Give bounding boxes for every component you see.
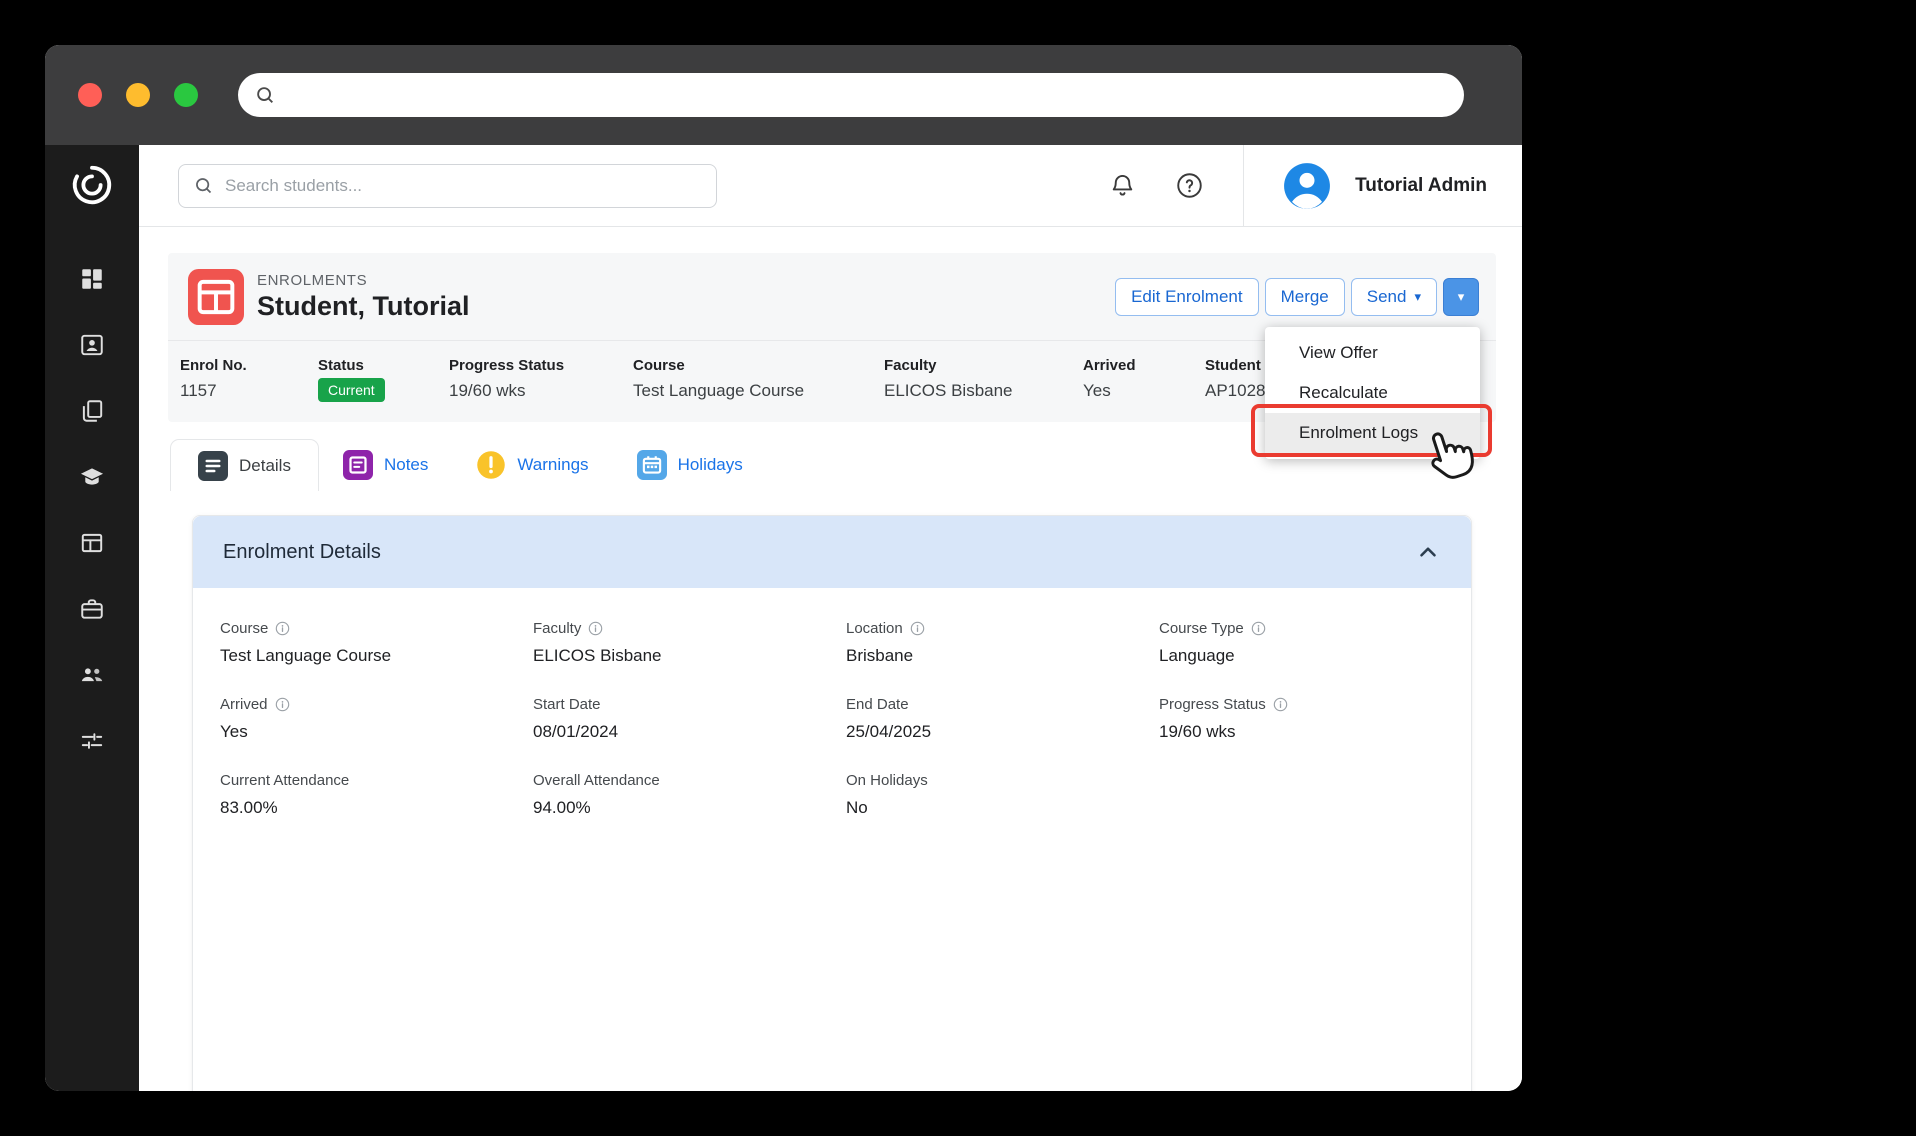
enrolment-actions: Edit Enrolment Merge Send ▾ ▾ (1115, 277, 1479, 316)
sidebar (45, 145, 139, 1091)
field-arrived: Arrived Yes (220, 696, 533, 742)
more-actions-button[interactable]: ▾ (1443, 277, 1479, 316)
window-titlebar (45, 45, 1522, 145)
send-label: Send (1366, 286, 1407, 306)
app-logo[interactable] (66, 159, 118, 211)
search-icon (196, 178, 212, 194)
minimize-window-button[interactable] (126, 83, 150, 107)
zoom-window-button[interactable] (174, 83, 198, 107)
help-icon (1177, 173, 1202, 198)
tab-warnings[interactable]: Warnings (452, 439, 612, 491)
menu-item-recalculate[interactable]: Recalculate (1265, 373, 1480, 413)
details-icon (198, 450, 228, 481)
field-overall-attendance: Overall Attendance 94.00% (533, 772, 660, 817)
tab-details[interactable]: Details (170, 439, 319, 491)
sidebar-item-enrolments[interactable] (79, 530, 105, 556)
field-location: Location Brisbane (846, 620, 1159, 666)
info-icon[interactable] (1251, 621, 1266, 636)
documents-icon (82, 400, 103, 422)
enrolment-fields-grid: Course Test Language Course Faculty ELIC… (193, 588, 1471, 848)
tab-holidays[interactable]: Holidays (613, 439, 767, 491)
field-on-holidays: On Holidays No (846, 772, 928, 817)
field-course: Course Test Language Course (220, 620, 392, 665)
sidebar-item-settings[interactable] (79, 728, 105, 754)
field-faculty: Faculty ELICOS Bisbane (533, 620, 662, 665)
app-topbar: Tutorial Admin (139, 145, 1522, 227)
menu-item-view-offer[interactable]: View Offer (1265, 333, 1480, 373)
summary-faculty: Faculty ELICOS Bisbane (884, 357, 1013, 400)
sliders-icon (81, 733, 103, 749)
info-icon[interactable] (275, 621, 290, 636)
info-icon[interactable] (588, 621, 603, 636)
info-icon[interactable] (1273, 697, 1288, 712)
briefcase-icon (81, 599, 103, 619)
search-students-input[interactable] (179, 164, 716, 207)
graduation-cap-icon (80, 468, 104, 485)
field-course-type: Course Type Language (1159, 620, 1471, 666)
sidebar-item-dashboard[interactable] (79, 266, 105, 292)
chevron-down-icon: ▾ (1457, 288, 1465, 304)
section-label: ENROLMENTS (257, 271, 368, 289)
app-window: Tutorial Admin ENROLMENTS Student, Tutor… (45, 45, 1522, 1091)
notes-icon (342, 450, 373, 480)
sidebar-nav (79, 266, 105, 754)
close-window-button[interactable] (78, 83, 102, 107)
summary-enrol-no: Enrol No. 1157 (180, 357, 247, 400)
info-icon[interactable] (910, 621, 925, 636)
status-badge: Current (318, 378, 385, 402)
address-bar-input[interactable] (276, 73, 1464, 117)
enrolments-icon (188, 268, 244, 325)
summary-status: Status Current (318, 357, 449, 402)
send-button[interactable]: Send ▾ (1350, 277, 1437, 316)
app-logo-icon (72, 165, 112, 205)
table-icon (81, 533, 103, 553)
help-button[interactable] (1176, 172, 1203, 199)
collapse-section-button[interactable] (1415, 539, 1441, 565)
warning-icon (477, 451, 506, 479)
edit-enrolment-button[interactable]: Edit Enrolment (1115, 277, 1259, 316)
enrolment-details-card: Enrolment Details Course Test Language C… (192, 515, 1472, 1091)
sidebar-item-documents[interactable] (79, 398, 105, 424)
user-name: Tutorial Admin (1355, 174, 1487, 196)
sidebar-item-staff[interactable] (79, 596, 105, 622)
summary-course: Course Test Language Course (633, 357, 805, 400)
summary-arrived: Arrived Yes (1083, 357, 1136, 400)
chevron-up-icon (1420, 547, 1436, 557)
merge-label: Merge (1280, 286, 1329, 306)
tab-notes[interactable]: Notes (319, 439, 452, 491)
contacts-icon (81, 334, 103, 356)
field-progress-status: Progress Status 19/60 wks (1159, 696, 1471, 742)
chevron-down-icon: ▾ (1414, 288, 1421, 304)
window-controls (78, 83, 198, 107)
student-search (178, 163, 717, 208)
edit-enrolment-label: Edit Enrolment (1131, 286, 1243, 306)
info-icon[interactable] (275, 697, 290, 712)
summary-progress-status: Progress Status 19/60 wks (449, 357, 565, 400)
sidebar-item-contacts[interactable] (79, 332, 105, 358)
main-content: Tutorial Admin ENROLMENTS Student, Tutor… (139, 145, 1522, 1091)
dashboard-icon (82, 269, 102, 289)
notifications-button[interactable] (1109, 172, 1136, 199)
bell-icon (1112, 174, 1133, 196)
sidebar-item-courses[interactable] (79, 464, 105, 490)
menu-item-enrolment-logs[interactable]: Enrolment Logs (1265, 413, 1480, 453)
field-current-attendance: Current Attendance 83.00% (220, 772, 350, 817)
card-title: Enrolment Details (223, 540, 381, 563)
topbar-divider (1243, 145, 1245, 226)
account-icon (1284, 162, 1330, 209)
field-start-date: Start Date 08/01/2024 (533, 696, 619, 741)
send-dropdown-menu: View Offer Recalculate Enrolment Logs (1265, 327, 1480, 459)
enrolment-details-header[interactable]: Enrolment Details (193, 516, 1471, 588)
user-avatar[interactable] (1282, 161, 1332, 211)
page-title: Student, Tutorial (257, 290, 470, 321)
browser-address-bar[interactable] (238, 73, 1464, 117)
search-icon (257, 87, 273, 103)
people-icon (81, 668, 103, 682)
calendar-icon (636, 450, 667, 480)
merge-button[interactable]: Merge (1264, 277, 1345, 316)
sidebar-item-agents[interactable] (79, 662, 105, 688)
field-end-date: End Date 25/04/2025 (846, 696, 932, 741)
